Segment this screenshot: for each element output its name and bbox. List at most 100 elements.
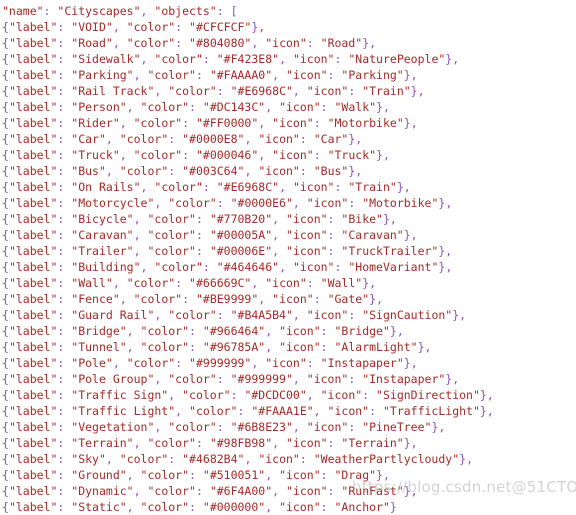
punct: ,	[313, 404, 321, 418]
punct: :	[362, 388, 370, 402]
punct: :	[57, 452, 65, 466]
string: "color"	[140, 340, 190, 354]
string: "color"	[126, 36, 176, 50]
punct: ,	[258, 292, 266, 306]
string: "Bridge"	[71, 324, 127, 338]
punct: :	[57, 84, 65, 98]
punct: :	[57, 420, 65, 434]
string: "icon"	[258, 164, 300, 178]
punct: ,	[133, 436, 141, 450]
punct: ,	[154, 420, 162, 434]
punct: :	[57, 180, 65, 194]
punct: ,	[126, 100, 134, 114]
string: "icon"	[306, 372, 349, 386]
punct: :	[168, 132, 176, 146]
string: "Road"	[320, 36, 363, 50]
punct: :	[175, 276, 183, 290]
string: "#E6968C"	[230, 84, 293, 98]
punct: ,	[133, 212, 141, 226]
punct: }	[396, 180, 404, 194]
object-line: {"label": "Guard Rail", "color": "#B4A5B…	[2, 307, 576, 323]
punct: ,	[292, 372, 300, 386]
punct: :	[195, 68, 203, 82]
string: "Rail Track"	[71, 84, 155, 98]
punct: ,	[445, 244, 453, 258]
punct: :	[299, 452, 307, 466]
punct: :	[216, 420, 224, 434]
punct: {	[2, 260, 9, 274]
punct: ,	[251, 276, 259, 290]
punct: :	[182, 116, 190, 130]
punct: ,	[410, 436, 418, 450]
punct: ,	[133, 484, 141, 498]
string: "icon"	[286, 436, 328, 450]
punct: :	[57, 148, 65, 162]
punct: {	[2, 420, 9, 434]
punct: :	[348, 196, 356, 210]
punct: ,	[265, 100, 273, 114]
punct: {	[2, 436, 9, 450]
string: "color"	[147, 436, 196, 450]
string: "color"	[168, 308, 217, 322]
punct: {	[2, 148, 9, 162]
string: "#6F4A00"	[209, 484, 273, 498]
punct: :	[299, 132, 307, 146]
punct: ,	[382, 100, 390, 114]
string: "#FF0000"	[195, 116, 259, 130]
punct: ,	[154, 84, 162, 98]
punct: ,	[403, 180, 411, 194]
punct: :	[175, 20, 183, 34]
string: "label"	[8, 228, 58, 242]
string: "icon"	[272, 148, 314, 162]
punct: :	[57, 276, 65, 290]
punct: ,	[486, 388, 494, 402]
string: "Motorbike"	[362, 196, 439, 210]
punct: :	[313, 116, 321, 130]
punct: :	[57, 340, 65, 354]
string: "Train"	[348, 180, 397, 194]
punct: :	[348, 308, 356, 322]
string: "#999999"	[189, 356, 252, 370]
punct: }	[403, 68, 411, 82]
string: "Fence"	[71, 292, 120, 306]
string: "color"	[133, 292, 183, 306]
punct: {	[2, 196, 9, 210]
punct: ,	[105, 132, 113, 146]
punct: }	[479, 388, 487, 402]
punct: }	[389, 324, 397, 338]
punct: :	[320, 340, 328, 354]
string: "#FAAA1E"	[251, 404, 314, 418]
punct: :	[57, 132, 65, 146]
object-line: {"label": "Bridge", "color": "#966464", …	[2, 323, 576, 339]
punct: :	[43, 4, 51, 18]
string: "#4682B4"	[182, 452, 245, 466]
punct: ,	[119, 116, 127, 130]
punct: :	[57, 68, 65, 82]
punct: ,	[272, 436, 280, 450]
punct: ,	[175, 404, 183, 418]
punct: ,	[258, 148, 266, 162]
string: "icon"	[286, 484, 328, 498]
punct: ,	[272, 484, 280, 498]
object-line: {"label": "Traffic Sign", "color": "#DCD…	[2, 387, 576, 403]
string: "label"	[8, 116, 58, 130]
punct: }	[403, 356, 411, 370]
object-line: {"label": "Terrain", "color": "#98FB98",…	[2, 435, 576, 451]
punct: :	[57, 436, 65, 450]
string: "#DCDC00"	[244, 388, 307, 402]
string: "color"	[168, 84, 217, 98]
string: "Cityscapes"	[57, 4, 141, 18]
punct: ,	[424, 340, 432, 354]
punct: ,	[140, 52, 148, 66]
string: "RunFast"	[341, 484, 404, 498]
string: "#464646"	[216, 260, 280, 274]
punct: :	[182, 292, 190, 306]
punct: ,	[445, 196, 453, 210]
punct: ,	[452, 52, 460, 66]
punct: }	[376, 100, 383, 114]
string: "Sidewalk"	[71, 52, 141, 66]
string: "color"	[119, 452, 169, 466]
string: "WeatherPartlycloudy"	[313, 452, 460, 466]
string: "icon"	[286, 244, 328, 258]
punct: ,	[355, 132, 363, 146]
